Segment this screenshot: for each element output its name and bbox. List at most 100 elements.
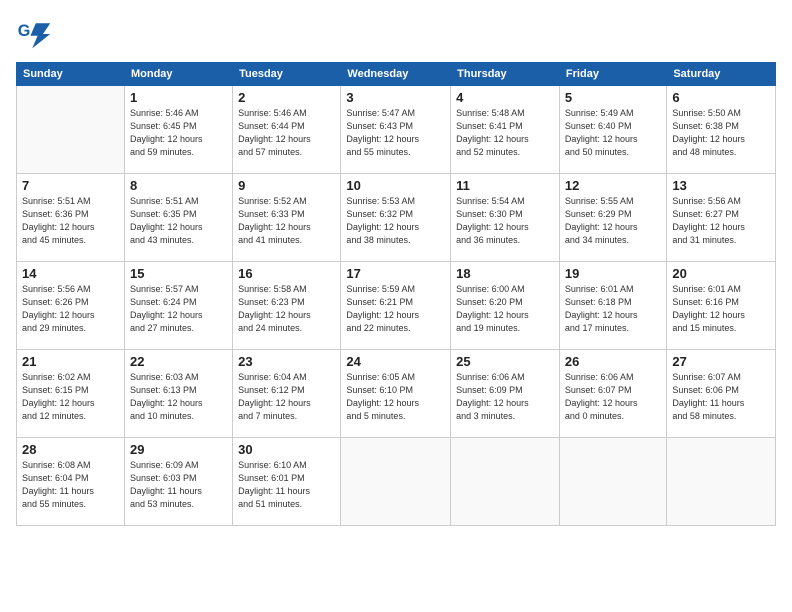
weekday-header-sunday: Sunday — [17, 63, 125, 86]
day-detail: Sunrise: 6:02 AM Sunset: 6:15 PM Dayligh… — [22, 371, 119, 423]
calendar-cell: 26 Sunrise: 6:06 AM Sunset: 6:07 PM Dayli… — [559, 350, 666, 438]
calendar-cell: 20 Sunrise: 6:01 AM Sunset: 6:16 PM Dayli… — [667, 262, 776, 350]
calendar-cell: 29 Sunrise: 6:09 AM Sunset: 6:03 PM Dayli… — [124, 438, 232, 526]
calendar-cell: 14 Sunrise: 5:56 AM Sunset: 6:26 PM Dayli… — [17, 262, 125, 350]
calendar-cell: 22 Sunrise: 6:03 AM Sunset: 6:13 PM Dayli… — [124, 350, 232, 438]
day-detail: Sunrise: 5:55 AM Sunset: 6:29 PM Dayligh… — [565, 195, 661, 247]
calendar-cell: 10Sunrise: 5:53 AM Sunset: 6:32 PM Dayli… — [341, 174, 451, 262]
day-number: 30 — [238, 442, 335, 457]
day-number: 16 — [238, 266, 335, 281]
day-detail: Sunrise: 6:06 AM Sunset: 6:07 PM Dayligh… — [565, 371, 661, 423]
day-detail: Sunrise: 5:46 AM Sunset: 6:45 PM Dayligh… — [130, 107, 227, 159]
day-number: 12 — [565, 178, 661, 193]
calendar-cell: 19Sunrise: 6:01 AM Sunset: 6:18 PM Dayli… — [559, 262, 666, 350]
day-detail: Sunrise: 6:09 AM Sunset: 6:03 PM Dayligh… — [130, 459, 227, 511]
calendar-cell: 6 Sunrise: 5:50 AM Sunset: 6:38 PM Daylig… — [667, 86, 776, 174]
day-number: 15 — [130, 266, 227, 281]
day-number: 26 — [565, 354, 661, 369]
day-detail: Sunrise: 6:03 AM Sunset: 6:13 PM Dayligh… — [130, 371, 227, 423]
calendar-cell — [451, 438, 560, 526]
calendar-cell: 5Sunrise: 5:49 AM Sunset: 6:40 PM Daylig… — [559, 86, 666, 174]
day-detail: Sunrise: 6:01 AM Sunset: 6:18 PM Dayligh… — [565, 283, 661, 335]
day-number: 22 — [130, 354, 227, 369]
day-number: 10 — [346, 178, 445, 193]
calendar-cell: 18 Sunrise: 6:00 AM Sunset: 6:20 PM Dayli… — [451, 262, 560, 350]
week-row-1: 1 Sunrise: 5:46 AM Sunset: 6:45 PM Daylig… — [17, 86, 776, 174]
day-detail: Sunrise: 5:52 AM Sunset: 6:33 PM Dayligh… — [238, 195, 335, 247]
calendar-cell: 24 Sunrise: 6:05 AM Sunset: 6:10 PM Dayli… — [341, 350, 451, 438]
calendar-cell: 30 Sunrise: 6:10 AM Sunset: 6:01 PM Dayli… — [233, 438, 341, 526]
calendar-cell: 1 Sunrise: 5:46 AM Sunset: 6:45 PM Daylig… — [124, 86, 232, 174]
calendar-cell — [17, 86, 125, 174]
calendar-cell: 27Sunrise: 6:07 AM Sunset: 6:06 PM Dayli… — [667, 350, 776, 438]
day-number: 4 — [456, 90, 554, 105]
day-detail: Sunrise: 6:00 AM Sunset: 6:20 PM Dayligh… — [456, 283, 554, 335]
weekday-header-friday: Friday — [559, 63, 666, 86]
weekday-header-saturday: Saturday — [667, 63, 776, 86]
page-header: G — [16, 16, 776, 52]
day-detail: Sunrise: 6:01 AM Sunset: 6:16 PM Dayligh… — [672, 283, 770, 335]
day-detail: Sunrise: 5:59 AM Sunset: 6:21 PM Dayligh… — [346, 283, 445, 335]
calendar-cell: 21 Sunrise: 6:02 AM Sunset: 6:15 PM Dayli… — [17, 350, 125, 438]
day-detail: Sunrise: 5:51 AM Sunset: 6:36 PM Dayligh… — [22, 195, 119, 247]
weekday-header-monday: Monday — [124, 63, 232, 86]
day-detail: Sunrise: 6:06 AM Sunset: 6:09 PM Dayligh… — [456, 371, 554, 423]
day-number: 20 — [672, 266, 770, 281]
day-detail: Sunrise: 5:47 AM Sunset: 6:43 PM Dayligh… — [346, 107, 445, 159]
day-number: 9 — [238, 178, 335, 193]
weekday-header-thursday: Thursday — [451, 63, 560, 86]
calendar-cell: 11 Sunrise: 5:54 AM Sunset: 6:30 PM Dayli… — [451, 174, 560, 262]
day-detail: Sunrise: 5:50 AM Sunset: 6:38 PM Dayligh… — [672, 107, 770, 159]
weekday-header-wednesday: Wednesday — [341, 63, 451, 86]
day-detail: Sunrise: 6:05 AM Sunset: 6:10 PM Dayligh… — [346, 371, 445, 423]
calendar-cell: 17 Sunrise: 5:59 AM Sunset: 6:21 PM Dayli… — [341, 262, 451, 350]
weekday-header-tuesday: Tuesday — [233, 63, 341, 86]
calendar-cell: 16 Sunrise: 5:58 AM Sunset: 6:23 PM Dayli… — [233, 262, 341, 350]
day-detail: Sunrise: 5:51 AM Sunset: 6:35 PM Dayligh… — [130, 195, 227, 247]
calendar-cell — [667, 438, 776, 526]
day-detail: Sunrise: 5:58 AM Sunset: 6:23 PM Dayligh… — [238, 283, 335, 335]
day-detail: Sunrise: 5:56 AM Sunset: 6:26 PM Dayligh… — [22, 283, 119, 335]
day-number: 2 — [238, 90, 335, 105]
calendar-cell: 8 Sunrise: 5:51 AM Sunset: 6:35 PM Daylig… — [124, 174, 232, 262]
day-number: 11 — [456, 178, 554, 193]
week-row-4: 21 Sunrise: 6:02 AM Sunset: 6:15 PM Dayli… — [17, 350, 776, 438]
calendar-cell: 13Sunrise: 5:56 AM Sunset: 6:27 PM Dayli… — [667, 174, 776, 262]
calendar-cell: 9 Sunrise: 5:52 AM Sunset: 6:33 PM Daylig… — [233, 174, 341, 262]
calendar-cell — [341, 438, 451, 526]
day-detail: Sunrise: 6:04 AM Sunset: 6:12 PM Dayligh… — [238, 371, 335, 423]
calendar-cell: 2Sunrise: 5:46 AM Sunset: 6:44 PM Daylig… — [233, 86, 341, 174]
svg-text:G: G — [18, 22, 31, 40]
logo-icon: G — [16, 16, 52, 52]
day-number: 17 — [346, 266, 445, 281]
day-number: 25 — [456, 354, 554, 369]
day-number: 21 — [22, 354, 119, 369]
day-detail: Sunrise: 5:54 AM Sunset: 6:30 PM Dayligh… — [456, 195, 554, 247]
day-number: 5 — [565, 90, 661, 105]
calendar-cell: 23 Sunrise: 6:04 AM Sunset: 6:12 PM Dayli… — [233, 350, 341, 438]
day-number: 27 — [672, 354, 770, 369]
day-detail: Sunrise: 6:10 AM Sunset: 6:01 PM Dayligh… — [238, 459, 335, 511]
calendar-cell: 7 Sunrise: 5:51 AM Sunset: 6:36 PM Daylig… — [17, 174, 125, 262]
day-number: 14 — [22, 266, 119, 281]
logo: G — [16, 16, 54, 52]
calendar-cell: 28Sunrise: 6:08 AM Sunset: 6:04 PM Dayli… — [17, 438, 125, 526]
calendar-cell — [559, 438, 666, 526]
day-detail: Sunrise: 5:57 AM Sunset: 6:24 PM Dayligh… — [130, 283, 227, 335]
day-number: 18 — [456, 266, 554, 281]
weekday-header-row: SundayMondayTuesdayWednesdayThursdayFrid… — [17, 63, 776, 86]
day-number: 7 — [22, 178, 119, 193]
day-number: 6 — [672, 90, 770, 105]
day-number: 23 — [238, 354, 335, 369]
day-number: 29 — [130, 442, 227, 457]
calendar-cell: 25 Sunrise: 6:06 AM Sunset: 6:09 PM Dayli… — [451, 350, 560, 438]
day-detail: Sunrise: 6:08 AM Sunset: 6:04 PM Dayligh… — [22, 459, 119, 511]
calendar-cell: 4Sunrise: 5:48 AM Sunset: 6:41 PM Daylig… — [451, 86, 560, 174]
calendar-cell: 15 Sunrise: 5:57 AM Sunset: 6:24 PM Dayli… — [124, 262, 232, 350]
day-number: 24 — [346, 354, 445, 369]
day-number: 1 — [130, 90, 227, 105]
calendar-cell: 12 Sunrise: 5:55 AM Sunset: 6:29 PM Dayli… — [559, 174, 666, 262]
calendar-cell: 3Sunrise: 5:47 AM Sunset: 6:43 PM Daylig… — [341, 86, 451, 174]
day-number: 8 — [130, 178, 227, 193]
day-number: 13 — [672, 178, 770, 193]
